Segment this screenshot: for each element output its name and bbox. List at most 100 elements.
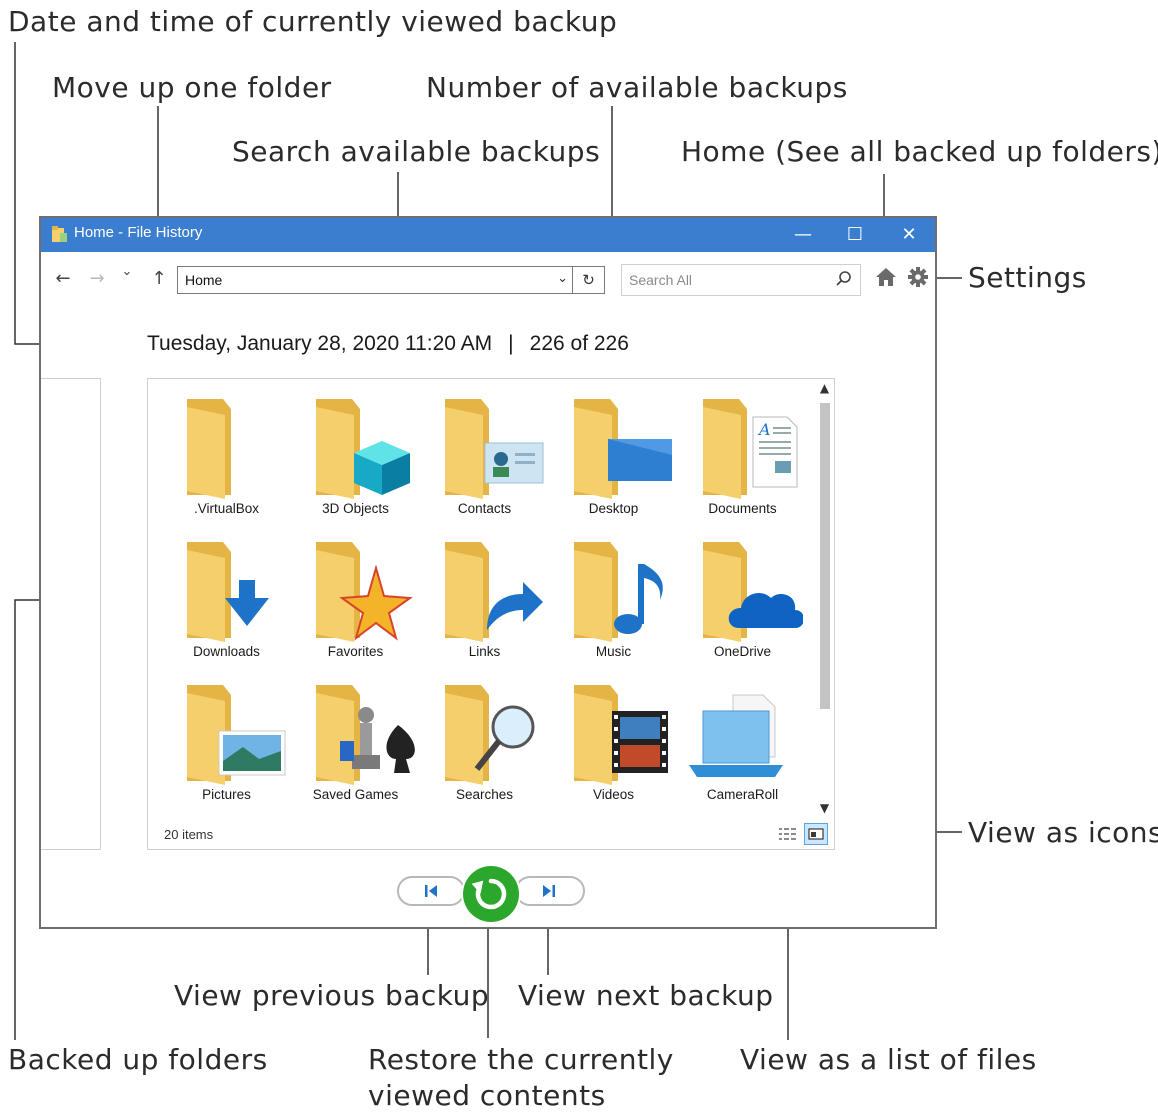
callout-view-icons: View as icons (968, 816, 1158, 849)
large-icons-view-icon (808, 828, 824, 840)
title-bar[interactable]: Home - File History — ☐ ✕ (41, 218, 935, 252)
next-backup-button[interactable] (515, 876, 585, 906)
folder-tile[interactable]: Contacts (420, 395, 549, 535)
settings-gear-icon[interactable] (907, 266, 929, 288)
item-count-status: 20 items (164, 827, 214, 842)
previous-backup-button[interactable] (397, 876, 465, 906)
folder-label: Contacts (457, 501, 512, 516)
callout-view-previous: View previous backup (174, 979, 490, 1012)
back-button[interactable]: ← (51, 268, 75, 289)
folder-icon (678, 538, 807, 642)
scroll-down-arrow-icon[interactable]: ▼ (816, 801, 833, 815)
restore-button[interactable] (463, 866, 519, 922)
folder-icon (291, 538, 420, 642)
folder-tile[interactable]: .VirtualBox (162, 395, 291, 535)
backed-up-folders-pane: .VirtualBox 3D Objects Contacts Desktop A Doc… (147, 378, 835, 850)
file-history-window: Home - File History — ☐ ✕ ← → ⌄ ↑ Home ⌄… (39, 216, 937, 929)
folder-icon (162, 395, 291, 499)
folder-label: Saved Games (312, 787, 399, 802)
view-as-icons-button[interactable] (804, 823, 828, 845)
folder-icon (420, 395, 549, 499)
previous-backup-preview-pane[interactable] (41, 378, 101, 850)
folder-icon (162, 538, 291, 642)
vertical-scrollbar[interactable]: ▲ ▼ (816, 381, 833, 817)
minimize-button[interactable]: — (777, 218, 829, 252)
home-icon[interactable] (875, 266, 897, 288)
scrollbar-thumb[interactable] (820, 403, 830, 709)
scroll-up-arrow-icon[interactable]: ▲ (816, 381, 833, 395)
folder-icon (162, 681, 291, 785)
folder-label: Favorites (327, 644, 384, 659)
callout-home: Home (See all backed up folders) (681, 135, 1158, 168)
backup-datetime: Tuesday, January 28, 2020 11:20 AM (147, 332, 493, 355)
folder-label: Searches (455, 787, 514, 802)
callout-restore: Restore the currently viewed contents (368, 1043, 674, 1112)
close-button[interactable]: ✕ (883, 218, 935, 252)
maximize-button[interactable]: ☐ (829, 218, 881, 252)
folder-icon (678, 681, 807, 785)
folder-icon (291, 395, 420, 499)
next-backup-icon (543, 885, 555, 897)
folder-tile[interactable]: Saved Games (291, 681, 420, 821)
folder-icon (549, 395, 678, 499)
search-icon[interactable] (835, 270, 853, 288)
folder-label: Pictures (202, 787, 251, 802)
folder-label: Downloads (193, 644, 260, 659)
folder-icon (420, 538, 549, 642)
svg-text:A: A (757, 420, 771, 439)
callout-date-time: Date and time of currently viewed backup (8, 5, 618, 38)
folder-icon (291, 681, 420, 785)
previous-backup-icon (425, 885, 437, 897)
folder-label: Links (468, 644, 501, 659)
callout-number-backups: Number of available backups (426, 71, 848, 104)
folder-tile[interactable]: A Documents (678, 395, 807, 535)
up-folder-button[interactable]: ↑ (147, 268, 171, 289)
folder-tile[interactable]: Favorites (291, 538, 420, 678)
backup-info-bar: Tuesday, January 28, 2020 11:20 AM | 226 o… (147, 332, 629, 356)
info-separator: | (508, 332, 514, 355)
folder-tile[interactable]: Desktop (549, 395, 678, 535)
folder-tile[interactable]: Videos (549, 681, 678, 821)
chevron-down-icon[interactable]: ⌄ (557, 271, 568, 286)
folder-label: OneDrive (713, 644, 772, 659)
address-bar[interactable]: Home ⌄ (177, 266, 573, 294)
folder-label: Videos (592, 787, 635, 802)
address-value: Home (185, 272, 223, 288)
folder-tile[interactable]: Links (420, 538, 549, 678)
folder-label: 3D Objects (322, 501, 389, 516)
folder-tile[interactable]: Music (549, 538, 678, 678)
folder-tile[interactable]: Downloads (162, 538, 291, 678)
search-placeholder: Search All (629, 272, 693, 288)
file-history-app-icon (52, 226, 67, 242)
window-title: Home - File History (74, 224, 203, 241)
folder-icon (549, 538, 678, 642)
folder-tile[interactable]: OneDrive (678, 538, 807, 678)
folder-tile[interactable]: 3D Objects (291, 395, 420, 535)
restore-icon (471, 878, 507, 910)
refresh-button[interactable]: ↻ (573, 266, 605, 294)
search-input[interactable]: Search All (621, 264, 861, 296)
playback-controls (397, 866, 587, 926)
callout-view-next: View next backup (518, 979, 774, 1012)
folder-tile[interactable]: CameraRoll (678, 681, 807, 821)
folder-icon (420, 681, 549, 785)
folder-icon: A (678, 395, 807, 499)
folder-tile[interactable]: Pictures (162, 681, 291, 821)
folder-label: Desktop (588, 501, 639, 516)
backup-count: 226 of 226 (529, 332, 629, 355)
callout-move-up: Move up one folder (52, 71, 332, 104)
recent-locations-button[interactable]: ⌄ (115, 264, 139, 279)
folder-icon (549, 681, 678, 785)
folder-tile[interactable]: Searches (420, 681, 549, 821)
folder-label: .VirtualBox (193, 501, 260, 516)
forward-button[interactable]: → (85, 268, 109, 289)
view-as-list-icon[interactable] (778, 826, 798, 842)
callout-view-list: View as a list of files (740, 1043, 1037, 1076)
navigation-toolbar: ← → ⌄ ↑ Home ⌄ ↻ Search All (41, 252, 935, 310)
folder-label: Music (595, 644, 632, 659)
callout-backed-up-folders: Backed up folders (8, 1043, 268, 1076)
callout-search-backups: Search available backups (232, 135, 601, 168)
folder-label: Documents (708, 501, 777, 516)
callout-settings: Settings (968, 261, 1087, 294)
folder-label: CameraRoll (706, 787, 779, 802)
